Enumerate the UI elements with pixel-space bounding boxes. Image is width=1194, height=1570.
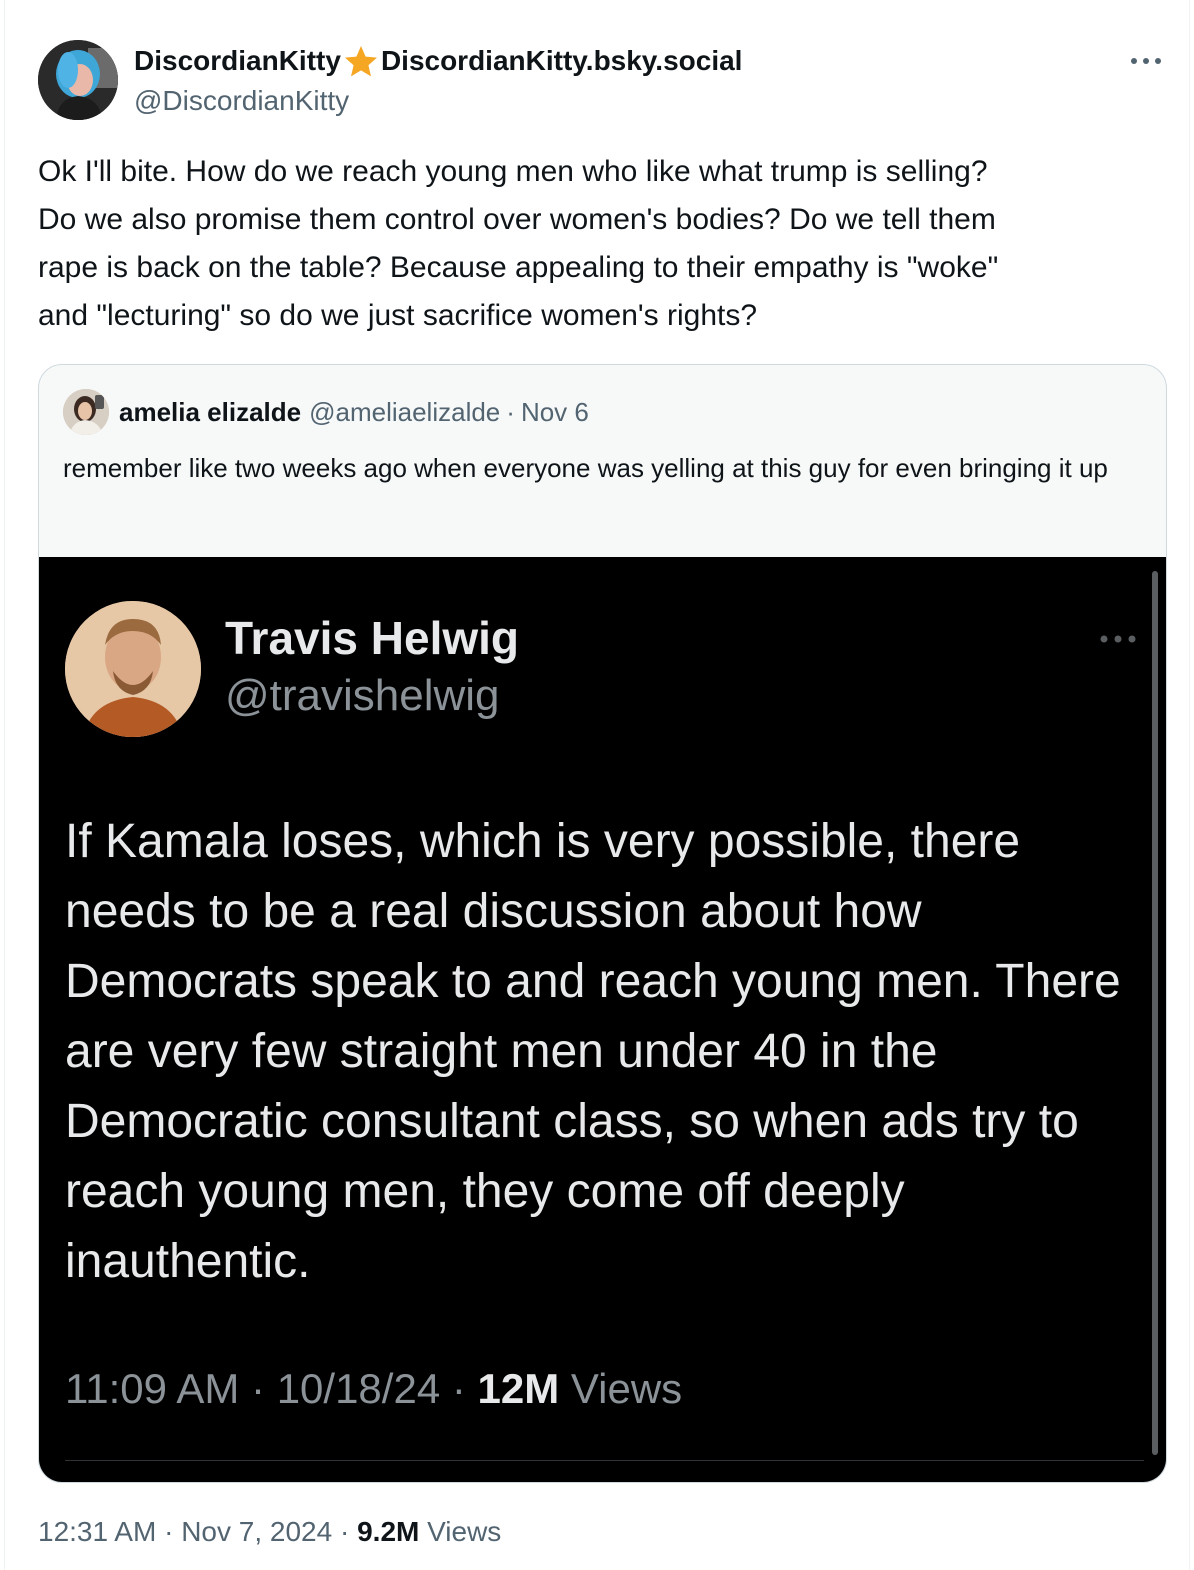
- display-name-part2: DiscordianKitty.bsky.social: [380, 45, 743, 76]
- footer-sep1: ·: [164, 1516, 174, 1547]
- display-name-part1: DiscordianKitty: [134, 45, 341, 76]
- author-handle[interactable]: @DiscordianKitty: [134, 84, 742, 118]
- screenshot-views-count: 12M: [477, 1365, 560, 1412]
- screenshot-handle: @travishelwig: [225, 671, 500, 720]
- tweet-header: DiscordianKitty DiscordianKitty.bsky.soc…: [38, 40, 1166, 122]
- tweet-footer: 12:31 AM · Nov 7, 2024 · 9.2M Views: [38, 1516, 501, 1548]
- tweet-time[interactable]: 12:31 AM: [38, 1516, 156, 1547]
- screenshot-avatar: [65, 601, 201, 737]
- quote-header: amelia elizalde @ameliaelizalde · Nov 6: [63, 387, 589, 437]
- quote-author-avatar[interactable]: [63, 389, 109, 435]
- screenshot-meta: 11:09 AM · 10/18/24 · 12M Views: [65, 1365, 682, 1413]
- screenshot-sep2: ·: [451, 1365, 466, 1412]
- author-avatar-image: [38, 40, 118, 120]
- quote-avatar-image: [63, 389, 109, 435]
- screenshot-name: Travis Helwig: [225, 612, 520, 664]
- star-icon: [343, 44, 379, 78]
- screenshot-avatar-image: [65, 601, 201, 737]
- footer-sep2: ·: [339, 1516, 350, 1547]
- more-options-icon[interactable]: [1126, 46, 1166, 76]
- quote-media-screenshot[interactable]: Travis Helwig @travishelwig If Kamala lo…: [39, 557, 1166, 1482]
- screenshot-text: If Kamala loses, which is very possible,…: [65, 815, 1121, 1288]
- tweet-views-count[interactable]: 9.2M: [357, 1516, 419, 1547]
- tweet-date[interactable]: Nov 7, 2024: [181, 1516, 332, 1547]
- tweet-text: Ok I'll bite. How do we reach young men …: [38, 155, 999, 332]
- author-display-name[interactable]: DiscordianKitty DiscordianKitty.bsky.soc…: [134, 44, 742, 78]
- quote-text: remember like two weeks ago when everyon…: [63, 453, 1108, 483]
- author-avatar[interactable]: [38, 40, 118, 120]
- screenshot-views-label: Views: [570, 1365, 683, 1412]
- screenshot-date: 10/18/24: [276, 1365, 441, 1412]
- screenshot-scrollbar: [1152, 571, 1158, 1455]
- author-names: DiscordianKitty DiscordianKitty.bsky.soc…: [134, 44, 742, 118]
- tweet-views-label[interactable]: Views: [427, 1516, 501, 1547]
- screenshot-sep1: ·: [251, 1365, 266, 1412]
- quote-date[interactable]: Nov 6: [521, 397, 589, 428]
- quote-tweet-card[interactable]: amelia elizalde @ameliaelizalde · Nov 6 …: [38, 364, 1167, 1483]
- screenshot-divider: [65, 1460, 1144, 1461]
- quote-author-name[interactable]: amelia elizalde: [119, 397, 301, 428]
- screenshot-time: 11:09 AM: [65, 1365, 240, 1412]
- quote-separator: ·: [506, 396, 515, 427]
- screenshot-more-icon: [1096, 629, 1140, 649]
- quote-author-handle[interactable]: @ameliaelizalde: [309, 397, 500, 428]
